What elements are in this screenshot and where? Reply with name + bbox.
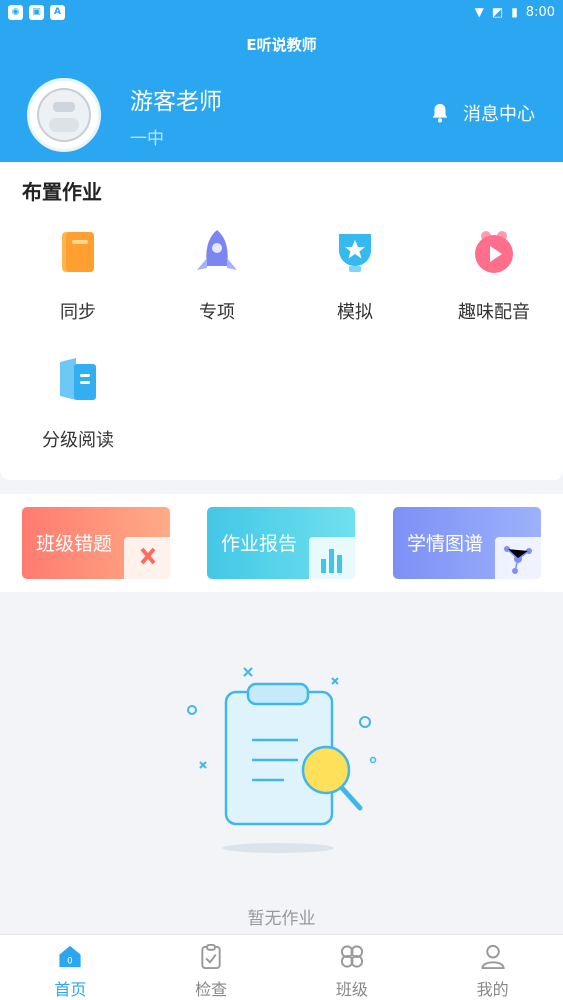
trophy-icon [331,228,379,276]
empty-state-text: 暂无作业 [247,909,316,929]
section-title: 布置作业 [22,180,102,204]
assign-item-label: 模拟 [337,302,373,323]
empty-state: 暂无作业 [0,592,563,934]
clipboard-check-icon [201,943,221,970]
learning-map-banner[interactable]: 学情图谱 [393,507,541,579]
clock: 8:00 [525,4,555,20]
nav-mine[interactable]: 我的 [422,935,563,1000]
empty-clipboard-illustration [187,667,377,853]
app-title: E听说教师 [246,36,317,54]
assign-dubbing-button[interactable]: 趣味配音 [424,228,563,324]
assign-item-label: 趣味配音 [458,302,530,323]
battery-icon: ▮ [511,5,518,19]
nav-check[interactable]: 检查 [141,935,282,1000]
status-bar: ◉ ▣ A ▼ ◩ ▮ 8:00 [0,0,563,24]
message-center-label: 消息中心 [463,104,535,125]
open-book-icon [54,356,102,404]
wifi-icon: ▼ [474,5,484,19]
assign-item-label: 分级阅读 [42,430,114,451]
user-icon [481,944,505,970]
clover-icon [340,945,363,968]
nav-label: 检查 [195,980,228,999]
assign-reading-button[interactable]: 分级阅读 [8,356,148,452]
notification-icon: ◉ [8,4,23,20]
teacher-name: 游客老师 [130,88,222,115]
class-mistakes-banner[interactable]: 班级错题 [22,507,170,579]
mistake-icon [124,537,170,579]
school-name: 一中 [130,128,164,149]
feature-banners: 班级错题 作业报告 学情图谱 [0,494,563,592]
banner-label: 班级错题 [36,533,113,555]
assign-special-button[interactable]: 专项 [147,228,287,324]
assign-sync-button[interactable]: 同步 [8,228,148,324]
bell-icon [432,103,448,123]
bottom-navigation: 0 首页 检查 班级 我的 [0,934,563,1000]
nav-home[interactable]: 0 首页 [0,935,141,1000]
svg-text:0: 0 [67,956,73,966]
mascot-avatar-image [37,88,91,142]
profile[interactable]: 游客老师 一中 [27,78,222,152]
network-icon [495,537,541,579]
assign-item-label: 专项 [199,302,235,323]
app-notification-icon: ▣ [29,4,44,20]
bar-chart-icon [309,537,355,579]
nav-class[interactable]: 班级 [282,935,423,1000]
rocket-icon [193,228,241,276]
assign-item-label: 同步 [60,302,96,323]
banner-label: 作业报告 [221,533,298,555]
text-notification-icon: A [50,4,65,20]
nav-label: 首页 [54,980,87,999]
homework-report-banner[interactable]: 作业报告 [207,507,355,579]
book-icon [54,228,102,276]
signal-icon: ◩ [491,5,504,19]
header: ◉ ▣ A ▼ ◩ ▮ 8:00 E听说教师 游客老师 一中 消息中心 [0,0,563,162]
avatar[interactable] [27,78,101,152]
assign-homework-section: 布置作业 同步 专项 模拟 趣味配音 分级阅读 [0,162,563,480]
play-icon [470,228,518,276]
nav-label: 我的 [476,980,509,999]
assign-mock-button[interactable]: 模拟 [285,228,425,324]
banner-label: 学情图谱 [407,533,484,555]
home-icon: 0 [59,945,81,968]
message-center-button[interactable]: 消息中心 [429,100,535,126]
nav-label: 班级 [335,980,368,999]
